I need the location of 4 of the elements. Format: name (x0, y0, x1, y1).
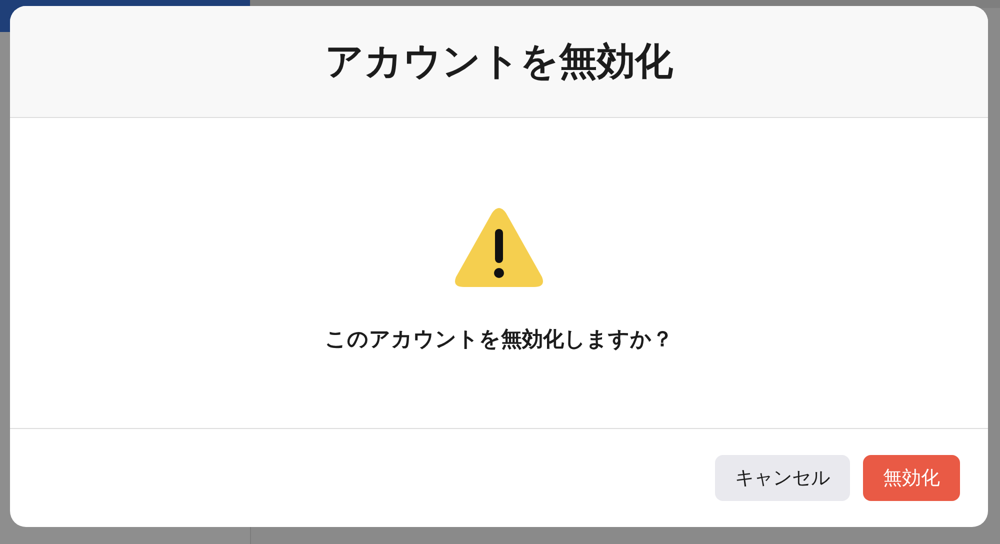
cancel-button[interactable]: キャンセル (715, 455, 850, 501)
dialog-title: アカウントを無効化 (325, 38, 673, 85)
confirmation-message: このアカウントを無効化しますか？ (325, 326, 673, 353)
warning-icon (454, 207, 544, 289)
